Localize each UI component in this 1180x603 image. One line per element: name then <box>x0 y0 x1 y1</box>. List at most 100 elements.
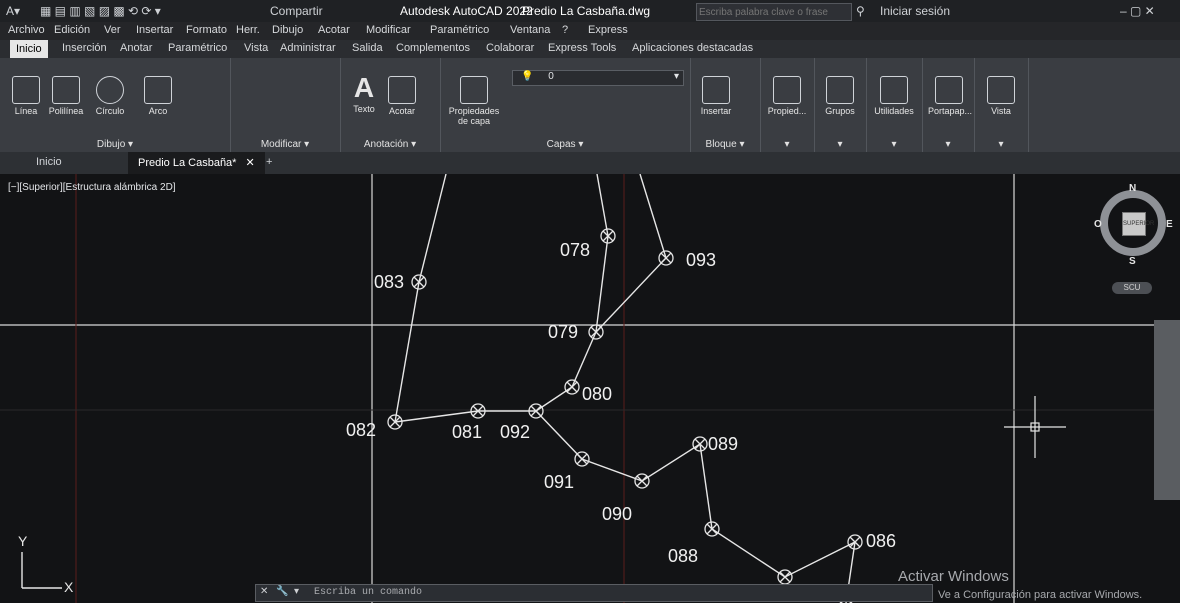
panel-label-modificar[interactable]: Modificar ▾ <box>230 139 340 150</box>
app-title: Autodesk AutoCAD 2022 <box>400 4 533 18</box>
command-customize-icon[interactable]: 🔧 <box>276 586 288 597</box>
panel-label-bloque[interactable]: Bloque ▾ <box>690 139 760 150</box>
menu-help[interactable]: ? <box>562 24 568 36</box>
panel-modificar: Modificar ▾ <box>230 58 341 152</box>
tool-texto[interactable]: A Texto <box>346 72 382 114</box>
point-label: 090 <box>602 504 632 524</box>
tool-vista[interactable]: Vista <box>982 76 1020 116</box>
close-icon[interactable]: ✕ <box>246 157 255 169</box>
tab-express-tools[interactable]: Express Tools <box>548 42 616 54</box>
viewcube[interactable]: SUPERIOR <box>1100 190 1166 256</box>
menu-herr[interactable]: Herr. <box>236 24 260 36</box>
panel-label-anotacion[interactable]: Anotación ▾ <box>340 139 440 150</box>
compass-west[interactable]: O <box>1094 219 1102 230</box>
insert-block-icon <box>702 76 730 104</box>
window-controls[interactable]: – ▢ ✕ <box>1120 4 1155 18</box>
navigation-bar[interactable] <box>1154 320 1180 500</box>
layer-dropdown[interactable]: 💡 0 ▾ <box>512 70 684 86</box>
point-label: 092 <box>500 422 530 442</box>
menu-parametrico[interactable]: Paramétrico <box>430 24 489 36</box>
tool-portapapeles[interactable]: Portapap... <box>928 76 972 116</box>
tool-circulo[interactable]: Círculo <box>90 76 130 116</box>
tab-anotar[interactable]: Anotar <box>120 42 152 54</box>
menu-dibujo[interactable]: Dibujo <box>272 24 303 36</box>
panel-label-dibujo[interactable]: Dibujo ▾ <box>0 139 230 150</box>
doc-tab-inicio[interactable]: Inicio <box>36 156 62 168</box>
tab-insercion[interactable]: Inserción <box>62 42 107 54</box>
command-close-icon[interactable]: ✕ <box>260 586 268 597</box>
tool-grupos[interactable]: Grupos <box>820 76 860 116</box>
point-label: 079 <box>548 322 578 342</box>
point-label: 089 <box>708 434 738 454</box>
command-line[interactable]: ✕ 🔧 ▾ Escriba un comando <box>255 584 933 602</box>
wcs-menu[interactable]: SCU <box>1112 282 1152 294</box>
share-button[interactable]: Compartir <box>270 4 323 18</box>
point-marker-083 <box>411 274 427 290</box>
menu-insertar[interactable]: Insertar <box>136 24 173 36</box>
viewport-controls-label[interactable]: [−][Superior][Estructura alámbrica 2D] <box>8 182 176 193</box>
tab-complementos[interactable]: Complementos <box>396 42 470 54</box>
menu-modificar[interactable]: Modificar <box>366 24 411 36</box>
doc-tab-predio[interactable]: Predio La Casbaña* ✕ <box>128 152 265 174</box>
panel-expand-chevron-icon[interactable]: ▾ <box>814 139 866 150</box>
command-input[interactable]: Escriba un comando <box>314 587 422 598</box>
tool-acotar[interactable]: Acotar <box>384 76 420 116</box>
command-history-icon[interactable]: ▾ <box>294 586 299 597</box>
tool-linea[interactable]: Línea <box>6 76 46 116</box>
menu-ventana[interactable]: Ventana <box>510 24 550 36</box>
panel-expand-chevron-icon[interactable]: ▾ <box>760 139 814 150</box>
menu-archivo[interactable]: Archivo <box>8 24 45 36</box>
tool-polilinea[interactable]: Polilínea <box>46 76 86 116</box>
quick-access-toolbar[interactable]: ▦ ▤ ▥ ▧ ▨ ▩ ⟲ ⟳ ▾ <box>40 4 161 18</box>
point-marker-090 <box>634 473 650 489</box>
search-icon[interactable]: ⚲ <box>856 4 865 18</box>
tab-salida[interactable]: Salida <box>352 42 383 54</box>
file-title: Predio La Casbaña.dwg <box>522 4 651 18</box>
compass-south[interactable]: S <box>1129 256 1136 267</box>
signin-button[interactable]: Iniciar sesión <box>880 4 950 18</box>
lightbulb-icon: 💡 <box>521 71 534 82</box>
tool-utilidades[interactable]: Utilidades <box>872 76 916 116</box>
tool-propiedades-capa[interactable]: Propiedades de capa <box>448 76 500 126</box>
tab-vista[interactable]: Vista <box>244 42 268 54</box>
panel-portapapeles: Portapap... ▾ <box>922 58 975 152</box>
tab-administrar[interactable]: Administrar <box>280 42 336 54</box>
windows-activation-title: Activar Windows <box>898 568 1009 585</box>
panel-bloque: Insertar Bloque ▾ <box>690 58 761 152</box>
tab-inicio[interactable]: Inicio <box>10 40 48 58</box>
viewcube-face[interactable]: SUPERIOR <box>1122 212 1154 236</box>
tool-arco[interactable]: Arco <box>138 76 178 116</box>
panel-expand-chevron-icon[interactable]: ▾ <box>922 139 974 150</box>
compass-east[interactable]: E <box>1166 219 1173 230</box>
point-label: 088 <box>668 546 698 566</box>
menu-edicion[interactable]: Edición <box>54 24 90 36</box>
panel-anotacion: A Texto Acotar Anotación ▾ <box>340 58 441 152</box>
tool-label: Arco <box>148 106 168 116</box>
tab-colaborar[interactable]: Colaborar <box>486 42 534 54</box>
tab-aplicaciones-destacadas[interactable]: Aplicaciones destacadas <box>632 42 753 54</box>
new-tab-plus-icon[interactable]: + <box>266 156 272 168</box>
tool-label: Texto <box>353 104 375 114</box>
panel-propiedades: Propied... ▾ <box>760 58 815 152</box>
panel-expand-chevron-icon[interactable]: ▾ <box>866 139 922 150</box>
menu-express[interactable]: Express <box>588 24 628 36</box>
search-input[interactable] <box>696 3 852 21</box>
compass-north[interactable]: N <box>1129 183 1136 194</box>
menu-ver[interactable]: Ver <box>104 24 121 36</box>
drawing-viewport[interactable]: 078 093 083 079 080 082 081 092 089 091 … <box>0 174 1180 603</box>
menu-acotar[interactable]: Acotar <box>318 24 350 36</box>
autocad-logo-icon[interactable]: A▾ <box>6 4 20 18</box>
tool-label: Polilínea <box>48 106 84 116</box>
tool-propiedades[interactable]: Propied... <box>766 76 808 116</box>
menu-formato[interactable]: Formato <box>186 24 227 36</box>
point-label: 081 <box>452 422 482 442</box>
layer-current-value: 0 <box>548 71 554 82</box>
point-marker-093 <box>658 250 674 266</box>
tab-parametrico[interactable]: Paramétrico <box>168 42 227 54</box>
title-bar: A▾ ▦ ▤ ▥ ▧ ▨ ▩ ⟲ ⟳ ▾ Compartir Autodesk … <box>0 0 1180 22</box>
tool-label: Insertar <box>700 106 732 116</box>
tool-insertar[interactable]: Insertar <box>696 76 736 116</box>
panel-expand-chevron-icon[interactable]: ▾ <box>974 139 1028 150</box>
panel-label-capas[interactable]: Capas ▾ <box>440 139 690 150</box>
drawing-canvas[interactable]: 078 093 083 079 080 082 081 092 089 091 … <box>0 174 1180 603</box>
